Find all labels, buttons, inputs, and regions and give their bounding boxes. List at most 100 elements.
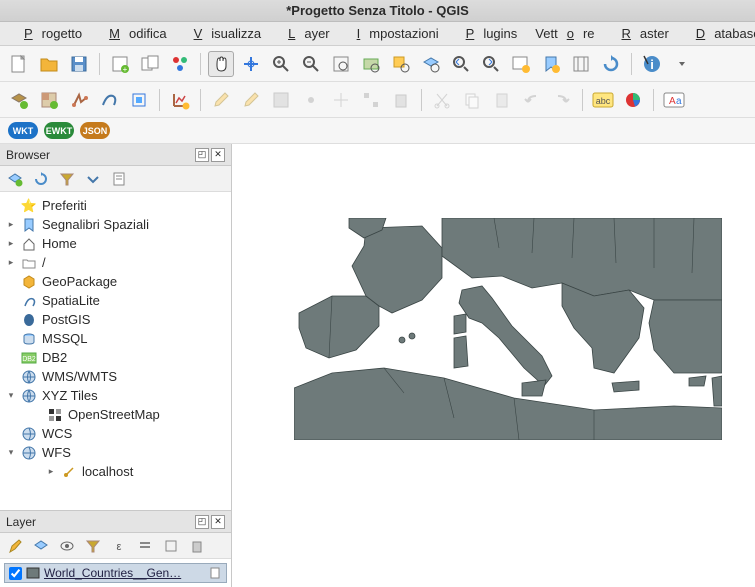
tree-osm[interactable]: OpenStreetMap [0, 405, 231, 424]
new-project-button[interactable] [6, 51, 32, 77]
menu-database[interactable]: Database [678, 23, 755, 44]
layer-visibility-icon[interactable] [58, 537, 76, 555]
add-layer-icon[interactable] [6, 170, 24, 188]
tree-wcs[interactable]: WCS [0, 424, 231, 443]
tree-segnalibri[interactable]: ▸Segnalibri Spaziali [0, 215, 231, 234]
new-map-view-button[interactable] [508, 51, 534, 77]
cut-button[interactable] [429, 87, 455, 113]
layers-close-icon[interactable]: ✕ [211, 515, 225, 529]
edit-button[interactable] [208, 87, 234, 113]
menu-plugins[interactable]: Plugins [448, 23, 527, 44]
node-tool-button[interactable] [358, 87, 384, 113]
diagram-button[interactable] [620, 87, 646, 113]
new-virtual-button[interactable] [167, 87, 193, 113]
layer-item-world-countries[interactable]: World_Countries__Gen… [4, 563, 227, 583]
tree-preferiti[interactable]: ⭐Preferiti [0, 196, 231, 215]
new-print-layout-button[interactable]: + [107, 51, 133, 77]
abc-label-button[interactable]: abc [590, 87, 616, 113]
style-manager-button[interactable] [167, 51, 193, 77]
new-geopackage-button[interactable] [126, 87, 152, 113]
layer-collapse-icon[interactable] [162, 537, 180, 555]
filter-icon[interactable] [58, 170, 76, 188]
copy-button[interactable] [459, 87, 485, 113]
tree-localhost[interactable]: ▸localhost [0, 462, 231, 481]
menu-modifica[interactable]: Modifica [91, 23, 175, 44]
menu-progetto[interactable]: PProgettorogetto [6, 23, 91, 44]
tree-postgis[interactable]: PostGIS [0, 310, 231, 329]
tree-wmswmts[interactable]: WMS/WMTS [0, 367, 231, 386]
globe-icon [20, 427, 38, 441]
add-vector-button[interactable] [6, 87, 32, 113]
refresh-icon[interactable] [32, 170, 50, 188]
zoom-next-button[interactable] [478, 51, 504, 77]
layers-undock-icon[interactable]: ◰ [195, 515, 209, 529]
undo-button[interactable] [519, 87, 545, 113]
identify-dropdown[interactable] [669, 51, 695, 77]
map-canvas[interactable] [232, 144, 755, 587]
new-spatialite-button[interactable] [96, 87, 122, 113]
layer-add-group-icon[interactable] [32, 537, 50, 555]
tree-xyz[interactable]: ▾XYZ Tiles [0, 386, 231, 405]
properties-icon[interactable] [110, 170, 128, 188]
zoom-native-button[interactable] [328, 51, 354, 77]
svg-text:+: + [123, 65, 128, 74]
move-feature-button[interactable] [328, 87, 354, 113]
layer-filter-icon[interactable] [84, 537, 102, 555]
browser-close-icon[interactable]: ✕ [211, 148, 225, 162]
browser-panel-header: Browser ◰ ✕ [0, 144, 231, 166]
zoom-selection-button[interactable] [388, 51, 414, 77]
globe-icon [20, 370, 38, 384]
zoom-out-button[interactable] [298, 51, 324, 77]
layer-inform-icon[interactable] [208, 566, 222, 580]
save-edits-button[interactable] [268, 87, 294, 113]
browser-toolbar [0, 166, 231, 192]
layer-style-icon[interactable] [6, 537, 24, 555]
json-badge[interactable]: JSON [80, 122, 110, 139]
layer-visibility-checkbox[interactable] [9, 567, 22, 580]
tree-home[interactable]: ▸Home [0, 234, 231, 253]
open-project-button[interactable] [36, 51, 62, 77]
tree-db2[interactable]: DB2DB2 [0, 348, 231, 367]
zoom-in-button[interactable] [268, 51, 294, 77]
new-shapefile-button[interactable] [66, 87, 92, 113]
edit-button-2[interactable] [238, 87, 264, 113]
refresh-button[interactable] [598, 51, 624, 77]
tree-root[interactable]: ▸/ [0, 253, 231, 272]
pan-to-selection-button[interactable] [238, 51, 264, 77]
menu-layer[interactable]: Layer [270, 23, 339, 44]
browser-undock-icon[interactable]: ◰ [195, 148, 209, 162]
tree-wfs[interactable]: ▾WFS [0, 443, 231, 462]
add-feature-button[interactable] [298, 87, 324, 113]
zoom-layer-button[interactable] [418, 51, 444, 77]
layout-manager-button[interactable] [137, 51, 163, 77]
tree-spatialite[interactable]: SpatiaLite [0, 291, 231, 310]
paste-button[interactable] [489, 87, 515, 113]
menu-bar: PProgettorogetto Modifica Visualizza Lay… [0, 22, 755, 46]
tree-mssql[interactable]: MSSQL [0, 329, 231, 348]
identify-button[interactable]: i [639, 51, 665, 77]
tree-geopackage[interactable]: GeoPackage [0, 272, 231, 291]
new-bookmark-button[interactable] [538, 51, 564, 77]
zoom-last-button[interactable] [448, 51, 474, 77]
collapse-icon[interactable] [84, 170, 102, 188]
zoom-full-button[interactable] [358, 51, 384, 77]
globe-icon [20, 446, 38, 460]
save-project-button[interactable] [66, 51, 92, 77]
pan-button[interactable] [208, 51, 234, 77]
temporal-button[interactable] [568, 51, 594, 77]
ewkt-badge[interactable]: EWKT [44, 122, 74, 139]
menu-vettore[interactable]: Vettore [526, 23, 603, 44]
menu-raster[interactable]: Raster [604, 23, 678, 44]
layer-remove-icon[interactable] [188, 537, 206, 555]
svg-text:abc: abc [596, 96, 611, 106]
menu-visualizza[interactable]: Visualizza [176, 23, 271, 44]
redo-button[interactable] [549, 87, 575, 113]
layer-expand-icon[interactable] [136, 537, 154, 555]
browser-tree[interactable]: ⭐Preferiti ▸Segnalibri Spaziali ▸Home ▸/… [0, 192, 231, 510]
annotation-button[interactable]: Aa [661, 87, 687, 113]
wkt-badge[interactable]: WKT [8, 122, 38, 139]
delete-button[interactable] [388, 87, 414, 113]
layer-expression-icon[interactable]: ε [110, 537, 128, 555]
menu-impostazioni[interactable]: Impostazioni [339, 23, 448, 44]
add-raster-button[interactable] [36, 87, 62, 113]
